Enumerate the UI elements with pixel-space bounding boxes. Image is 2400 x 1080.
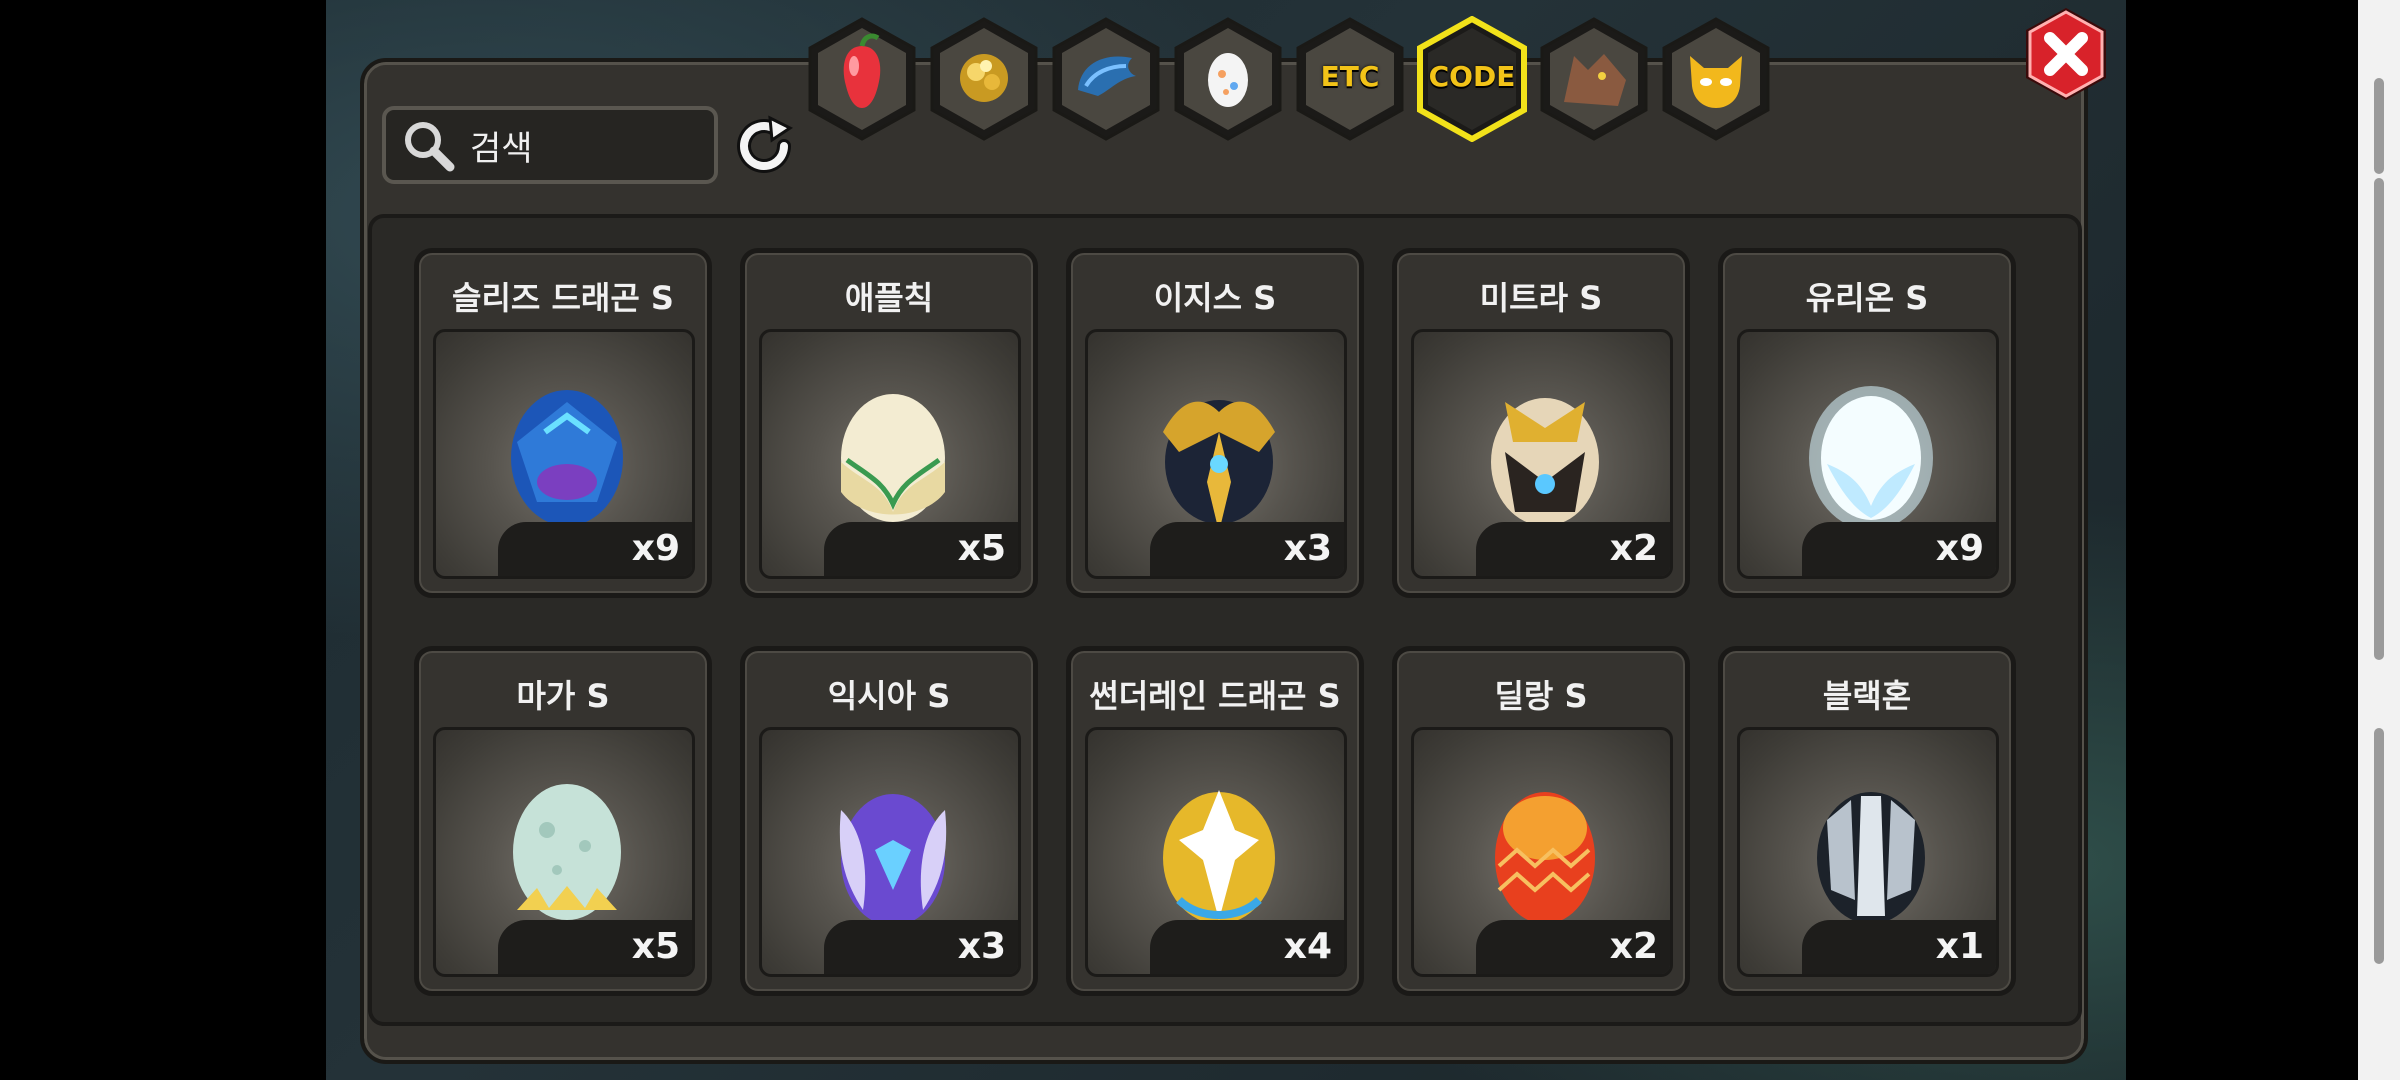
tab-dragon[interactable] xyxy=(1050,16,1162,142)
item-name: 마가 S xyxy=(516,677,610,715)
tab-monster[interactable] xyxy=(1660,16,1772,142)
tab-etc[interactable]: ETC xyxy=(1294,16,1406,142)
quantity-badge: x5 xyxy=(824,522,1018,576)
dark-gold-horned-egg-icon xyxy=(1163,400,1275,532)
item-card[interactable]: 블랙혼 x1 xyxy=(1718,646,2016,996)
item-name: 블랙혼 xyxy=(1822,677,1912,715)
item-image-well: x9 xyxy=(433,329,695,579)
quantity-badge: x2 xyxy=(1476,920,1670,974)
item-card[interactable]: 미트라 S x2 xyxy=(1392,248,1690,598)
item-card[interactable]: 이지스 S x3 xyxy=(1066,248,1364,598)
item-quantity: x9 xyxy=(631,528,680,569)
search-placeholder: 검색 xyxy=(470,128,533,169)
tab-material[interactable] xyxy=(928,16,1040,142)
tab-label: CODE xyxy=(1428,60,1516,93)
quantity-badge: x9 xyxy=(1802,522,1996,576)
ornate-gold-egg-icon xyxy=(1491,398,1599,526)
item-name: 애플칙 xyxy=(844,279,934,317)
purple-winged-egg-icon xyxy=(839,794,947,926)
refresh-icon[interactable] xyxy=(732,114,796,178)
category-tab-bar: ETC CODE xyxy=(806,16,1770,146)
item-quantity: x4 xyxy=(1283,926,1332,967)
item-card[interactable]: 익시아 S x3 xyxy=(740,646,1038,996)
quantity-badge: x4 xyxy=(1150,920,1344,974)
item-name: 이지스 S xyxy=(1153,279,1277,317)
item-quantity: x3 xyxy=(957,926,1006,967)
item-card[interactable]: 딜랑 S x2 xyxy=(1392,646,1690,996)
search-icon xyxy=(405,122,455,172)
item-image-well: x5 xyxy=(433,727,695,977)
item-quantity: x5 xyxy=(631,926,680,967)
blue-armored-egg-icon xyxy=(511,390,623,526)
gold-white-dragon-egg-icon xyxy=(1163,790,1275,924)
item-name: 유리온 S xyxy=(1805,279,1929,317)
quantity-badge: x9 xyxy=(498,522,692,576)
item-name: 썬더레인 드래곤 S xyxy=(1089,677,1341,715)
scrollbar-thumb[interactable] xyxy=(2374,178,2384,660)
close-icon[interactable] xyxy=(2020,4,2112,104)
quantity-badge: x3 xyxy=(1150,522,1344,576)
cream-feathered-egg-icon xyxy=(841,394,945,522)
item-name: 슬리즈 드래곤 S xyxy=(452,279,674,317)
item-grid: 슬리즈 드래곤 S x9 애플칙 x5 이지스 S x3 미트라 S x2 유리… xyxy=(368,214,2082,1026)
item-quantity: x2 xyxy=(1609,528,1658,569)
silver-plated-egg-icon xyxy=(1817,792,1925,924)
tab-label: ETC xyxy=(1320,60,1380,93)
quantity-badge: x3 xyxy=(824,920,1018,974)
item-image-well: x9 xyxy=(1737,329,1999,579)
item-image-well: x1 xyxy=(1737,727,1999,977)
item-name: 익시아 S xyxy=(827,677,951,715)
item-quantity: x5 xyxy=(957,528,1006,569)
item-image-well: x2 xyxy=(1411,727,1673,977)
mint-spotted-egg-icon xyxy=(513,784,621,920)
item-name: 딜랑 S xyxy=(1494,677,1588,715)
item-quantity: x2 xyxy=(1609,926,1658,967)
scrollbar-segment xyxy=(2374,78,2384,174)
item-card[interactable]: 유리온 S x9 xyxy=(1718,248,2016,598)
item-card[interactable]: 슬리즈 드래곤 S x9 xyxy=(414,248,712,598)
item-card[interactable]: 마가 S x5 xyxy=(414,646,712,996)
red-orange-egg-icon xyxy=(1495,792,1595,924)
scrollbar-segment xyxy=(2374,728,2384,964)
item-image-well: x3 xyxy=(759,727,1021,977)
item-quantity: x3 xyxy=(1283,528,1332,569)
tab-beast[interactable] xyxy=(1538,16,1650,142)
system-scrollbar[interactable] xyxy=(2358,0,2400,1080)
glowing-white-egg-icon xyxy=(1809,386,1933,530)
tab-fruit[interactable] xyxy=(806,16,918,142)
item-image-well: x3 xyxy=(1085,329,1347,579)
tab-egg[interactable] xyxy=(1172,16,1284,142)
item-quantity: x9 xyxy=(1935,528,1984,569)
item-image-well: x4 xyxy=(1085,727,1347,977)
quantity-badge: x1 xyxy=(1802,920,1996,974)
item-card[interactable]: 애플칙 x5 xyxy=(740,248,1038,598)
item-image-well: x5 xyxy=(759,329,1021,579)
item-quantity: x1 xyxy=(1935,926,1984,967)
gold-nugget-icon xyxy=(960,54,1008,102)
item-card[interactable]: 썬더레인 드래곤 S x4 xyxy=(1066,646,1364,996)
item-image-well: x2 xyxy=(1411,329,1673,579)
quantity-badge: x2 xyxy=(1476,522,1670,576)
quantity-badge: x5 xyxy=(498,920,692,974)
item-name: 미트라 S xyxy=(1479,279,1603,317)
tab-code[interactable]: CODE xyxy=(1416,16,1528,142)
egg-icon xyxy=(1208,53,1248,107)
search-input[interactable]: 검색 xyxy=(382,106,718,184)
